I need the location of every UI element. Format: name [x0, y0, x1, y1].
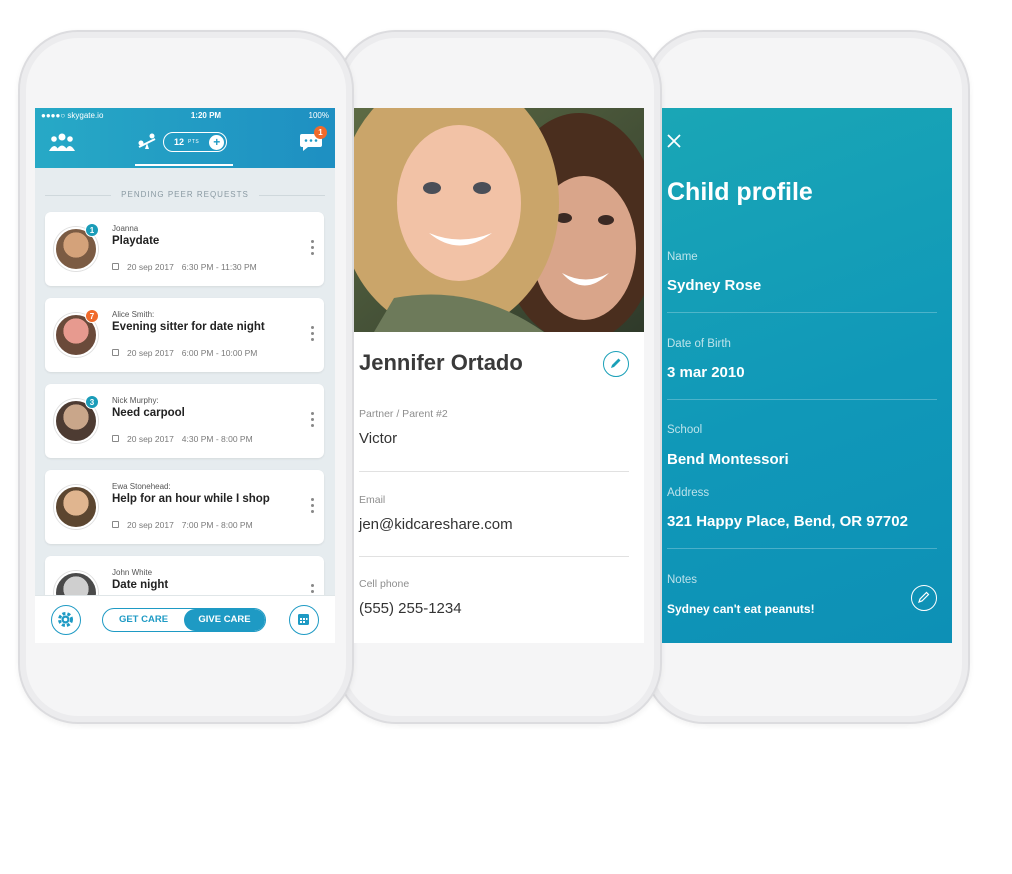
request-date: 20 sep 2017 [127, 348, 174, 358]
chat-button[interactable]: 1 [299, 126, 327, 152]
child-profile-screen: Child profile Name Sydney Rose Date of Bir… [662, 108, 952, 643]
edit-profile-button[interactable] [603, 351, 629, 377]
points-pill[interactable]: 12 PTS + [163, 132, 228, 152]
avatar-badge: 1 [85, 223, 99, 237]
requests-screen: ●●●●○ skygate.io 1:20 PM 100% 12 PTS + 1… [35, 108, 335, 643]
request-time: 7:00 PM - 8:00 PM [181, 520, 253, 530]
care-mode-toggle[interactable]: GET CARE GIVE CARE [102, 608, 266, 632]
request-card[interactable]: Ewa Stonehead: Help for an hour while I s… [45, 470, 324, 544]
field-value: Bend Montessori [667, 451, 789, 468]
app-header: ●●●●○ skygate.io 1:20 PM 100% 12 PTS + 1 [35, 108, 335, 168]
request-sender: Alice Smith: [112, 310, 155, 319]
request-card[interactable]: Joanna Playdate 1 20 sep 2017 6:30 PM - 11:3… [45, 212, 324, 286]
status-bar: ●●●●○ skygate.io 1:20 PM 100% [35, 108, 335, 122]
field-label: Email [359, 494, 386, 506]
field-value[interactable]: (555) 255-1234 [359, 600, 462, 617]
divider [359, 471, 629, 472]
pencil-icon [611, 358, 621, 368]
calendar-icon [112, 521, 119, 528]
divider [667, 399, 937, 400]
request-title: Date night [112, 579, 169, 591]
request-sender: Joanna [112, 224, 139, 233]
request-sender: John White [112, 568, 153, 577]
request-title: Need carpool [112, 407, 185, 419]
people-icon[interactable] [49, 132, 75, 152]
request-datetime: 20 sep 2017 6:30 PM - 11:30 PM [112, 262, 257, 272]
field-value: Victor [359, 430, 398, 447]
divider [359, 556, 629, 557]
calendar-icon [112, 435, 119, 442]
give-care-tab[interactable]: GIVE CARE [184, 609, 265, 631]
parent-profile-screen: Jennifer Ortado Partner / Parent #2 Victo… [354, 108, 644, 643]
add-points-button[interactable]: + [209, 134, 225, 150]
more-options-icon[interactable] [311, 412, 314, 427]
more-options-icon[interactable] [311, 498, 314, 513]
calendar-button[interactable] [289, 605, 319, 635]
chat-badge: 1 [314, 126, 327, 139]
divider [667, 312, 937, 313]
request-date: 20 sep 2017 [127, 520, 174, 530]
field-value[interactable]: jen@kidcareshare.com [359, 516, 513, 533]
points-area: 12 PTS + [137, 132, 228, 152]
field-value: 3 mar 2010 [667, 364, 745, 381]
profile-name: Jennifer Ortado [359, 350, 523, 375]
field-label: Address [667, 487, 710, 499]
request-sender: Ewa Stonehead: [112, 482, 171, 491]
field-label: Date of Birth [667, 338, 731, 350]
request-date: 20 sep 2017 [127, 434, 174, 444]
mockup-stage: ●●●●○ skygate.io 1:20 PM 100% 12 PTS + 1… [0, 0, 1012, 874]
section-title: PENDING PEER REQUESTS [35, 190, 335, 199]
avatar [54, 485, 98, 529]
calendar-icon [112, 263, 119, 270]
field-value: 321 Happy Place, Bend, OR 97702 [667, 513, 908, 530]
more-options-icon[interactable] [311, 326, 314, 341]
seesaw-icon[interactable] [137, 133, 157, 151]
field-value: Sydney Rose [667, 277, 762, 294]
request-date: 20 sep 2017 [127, 262, 174, 272]
get-care-tab[interactable]: GET CARE [103, 609, 184, 631]
request-title: Playdate [112, 235, 160, 247]
calendar-icon [112, 349, 119, 356]
request-datetime: 20 sep 2017 6:00 PM - 10:00 PM [112, 348, 257, 358]
field-label: School [667, 424, 703, 436]
request-card[interactable]: Alice Smith: Evening sitter for date nigh… [45, 298, 324, 372]
request-time: 6:30 PM - 11:30 PM [181, 262, 257, 272]
close-icon[interactable] [667, 134, 681, 148]
page-title: Child profile [667, 178, 813, 206]
more-options-icon[interactable] [311, 240, 314, 255]
active-tab-indicator [135, 164, 233, 166]
settings-button[interactable] [51, 605, 81, 635]
field-label: Name [667, 251, 698, 263]
gear-icon [58, 612, 73, 627]
request-sender: Nick Murphy: [112, 396, 159, 405]
points-value: 12 [174, 137, 185, 147]
calendar-icon [298, 614, 309, 625]
divider [667, 548, 937, 549]
points-unit: PTS [188, 139, 200, 145]
field-value: Sydney can't eat peanuts! [667, 602, 815, 616]
request-title: Evening sitter for date night [112, 321, 265, 333]
carrier-text: ●●●●○ skygate.io [41, 110, 104, 120]
avatar-badge: 7 [85, 309, 99, 323]
clock-text: 1:20 PM [190, 110, 222, 120]
request-time: 6:00 PM - 10:00 PM [181, 348, 258, 358]
request-datetime: 20 sep 2017 4:30 PM - 8:00 PM [112, 434, 253, 444]
edit-notes-button[interactable] [911, 585, 937, 611]
avatar-badge: 3 [85, 395, 99, 409]
request-datetime: 20 sep 2017 7:00 PM - 8:00 PM [112, 520, 253, 530]
battery-text: 100% [308, 110, 329, 120]
field-label: Cell phone [359, 578, 410, 590]
field-label: Notes [667, 574, 698, 586]
bottom-bar: GET CARE GIVE CARE [35, 595, 335, 643]
profile-photo [354, 108, 644, 332]
request-card[interactable]: Nick Murphy: Need carpool 3 20 sep 2017 4:30… [45, 384, 324, 458]
pencil-icon [918, 591, 930, 603]
request-time: 4:30 PM - 8:00 PM [181, 434, 253, 444]
field-label: Partner / Parent #2 [359, 408, 448, 420]
request-title: Help for an hour while I shop [112, 493, 270, 505]
